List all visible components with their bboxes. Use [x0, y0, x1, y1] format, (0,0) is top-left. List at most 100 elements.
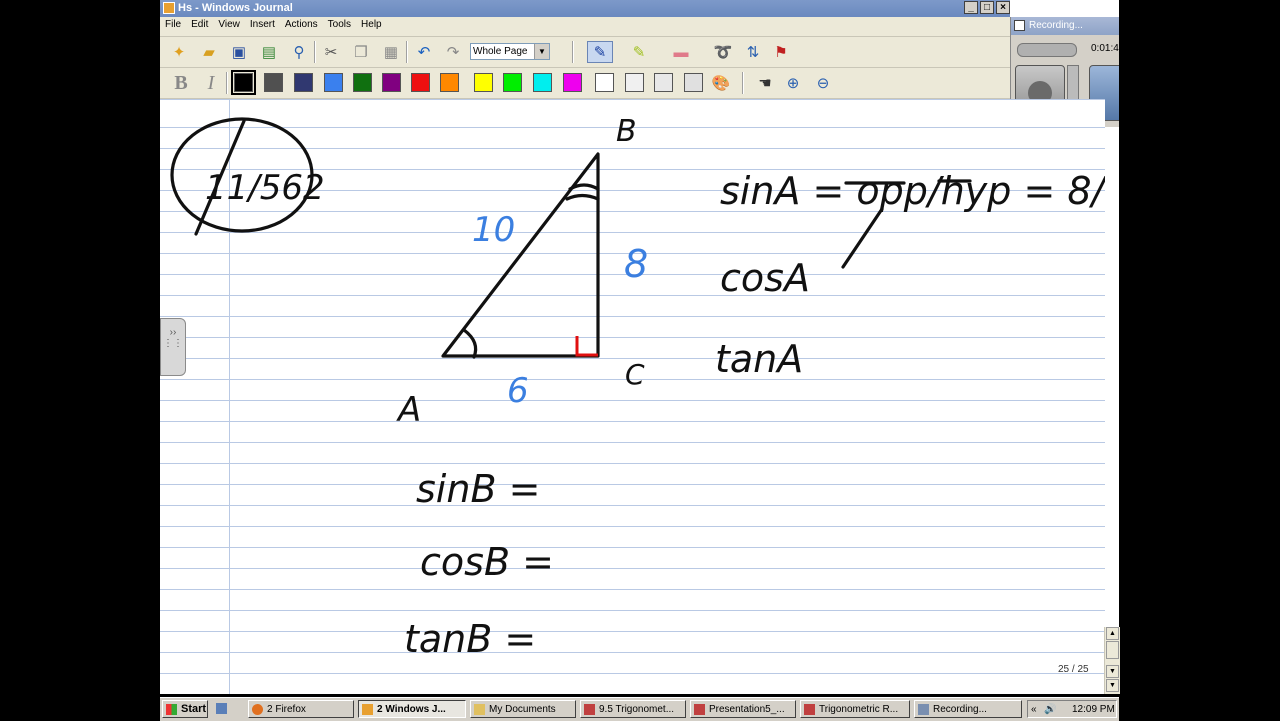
pen-color-swatch[interactable] [684, 73, 703, 92]
pen-color-swatch[interactable] [231, 70, 256, 95]
scroll-thumb[interactable] [1106, 641, 1119, 659]
taskbar-item-recording[interactable]: Recording... [914, 700, 1022, 718]
pen-color-swatch[interactable] [625, 73, 644, 92]
vertex-a: A [396, 390, 421, 430]
pen-color-swatch[interactable] [294, 73, 313, 92]
toolbar-separator [314, 41, 316, 63]
menu-edit[interactable]: Edit [186, 17, 213, 30]
pen-color-swatch[interactable] [324, 73, 343, 92]
format-toolbar: B I 🎨 ☚ ⊕ ⊖ [160, 68, 1010, 99]
note-page[interactable]: 11/562 B C A sinA = opp/hyp = 8/10 = cos… [160, 99, 1105, 694]
hand-pan-icon[interactable]: ☚ [754, 72, 776, 94]
menu-view[interactable]: View [213, 17, 245, 30]
window-title: Hs - Windows Journal [178, 2, 293, 14]
vertex-b: B [616, 114, 637, 149]
menu-insert[interactable]: Insert [245, 17, 280, 30]
sin-a-formula: sinA = opp/hyp = 8/10 = [720, 169, 1105, 213]
toolbar-separator [406, 41, 408, 63]
minimize-button[interactable]: _ [964, 1, 978, 14]
print-icon[interactable]: ▤ [258, 41, 280, 63]
redo-icon[interactable]: ↷ [442, 41, 464, 63]
new-note-icon[interactable]: ✦ [168, 41, 190, 63]
angle-b-arc [568, 183, 600, 191]
menu-tools[interactable]: Tools [323, 17, 356, 30]
scroll-down-icon[interactable]: ▼ [1106, 665, 1119, 678]
taskbar-item-presentation[interactable]: Presentation5_... [690, 700, 796, 718]
pen-color-swatch[interactable] [533, 73, 552, 92]
zoom-in-icon[interactable]: ⊕ [782, 72, 804, 94]
scroll-up-icon[interactable]: ▲ [1106, 627, 1119, 640]
triangle [441, 152, 600, 358]
side-ab-length: 10 [472, 210, 515, 250]
pen-color-swatch[interactable] [595, 73, 614, 92]
journal-window: Hs - Windows Journal _ □ × File Edit View Ins… [160, 0, 1119, 694]
zoom-value: Whole Page [473, 46, 528, 57]
pen-color-swatch[interactable] [563, 73, 582, 92]
maximize-button[interactable]: □ [980, 1, 994, 14]
clock: 12:09 PM [1072, 704, 1115, 715]
angle-a-arc [462, 328, 478, 359]
cut-icon[interactable]: ✂ [320, 41, 342, 63]
ink-canvas: 11/562 B C A sinA = opp/hyp = 8/10 = cos… [170, 114, 1105, 661]
taskbar-item-firefox[interactable]: 2 Firefox [248, 700, 354, 718]
pen-color-swatch[interactable] [440, 73, 459, 92]
flag-icon[interactable]: ⚑ [770, 41, 792, 63]
standard-toolbar: ✦ ▰ ▣ ▤ ⚲ ✂ ❐ ▦ ↶ ↷ Whole Page ▼ ✎ ✎ ▬ ➰… [160, 37, 1010, 68]
close-button[interactable]: × [996, 1, 1010, 14]
color-palette-icon[interactable]: 🎨 [710, 72, 732, 94]
undo-icon[interactable]: ↶ [413, 41, 435, 63]
menu-file[interactable]: File [160, 17, 186, 30]
pen-tool-icon[interactable]: ✎ [587, 41, 613, 63]
menu-bar: File Edit View Insert Actions Tools Help [160, 17, 1010, 37]
side-ac-length: 6 [507, 371, 529, 411]
save-icon[interactable]: ▣ [228, 41, 250, 63]
pen-color-swatch[interactable] [382, 73, 401, 92]
chevron-right-icon: ›› [169, 327, 177, 338]
tan-a-label: tanA [715, 337, 803, 381]
toolbar-separator [226, 72, 228, 94]
taskbar-item-my-documents[interactable]: My Documents [470, 700, 576, 718]
open-folder-icon[interactable]: ▰ [198, 41, 220, 63]
toolbar-separator [572, 41, 574, 63]
toolbar-separator [742, 72, 744, 94]
pen-color-swatch[interactable] [264, 73, 283, 92]
side-panel-handle[interactable]: ›› ⋮⋮ [160, 318, 186, 376]
quick-launch-icon[interactable] [212, 700, 232, 718]
pen-color-swatch[interactable] [411, 73, 430, 92]
tray-expand-icon[interactable]: « [1031, 704, 1037, 715]
taskbar: Start 2 Firefox 2 Windows J... My Docume… [160, 697, 1119, 721]
highlighter-icon[interactable]: ✎ [628, 41, 650, 63]
recorder-title: Recording... [1029, 20, 1083, 31]
pen-color-swatch[interactable] [503, 73, 522, 92]
zoom-select[interactable]: Whole Page ▼ [470, 43, 550, 60]
volume-icon[interactable]: 🔊 [1044, 704, 1056, 715]
lasso-select-icon[interactable]: ➰ [712, 41, 734, 63]
pen-color-swatch[interactable] [474, 73, 493, 92]
recorder-source-select[interactable] [1017, 43, 1077, 57]
next-page-icon[interactable]: ▼ [1106, 679, 1119, 692]
insert-space-icon[interactable]: ⇅ [742, 41, 764, 63]
taskbar-item-trigonometric[interactable]: Trigonometric R... [800, 700, 910, 718]
zoom-out-icon[interactable]: ⊖ [812, 72, 834, 94]
windows-logo-icon [166, 704, 177, 715]
taskbar-item-windows-journal[interactable]: 2 Windows J... [358, 700, 466, 718]
bold-icon[interactable]: B [170, 72, 192, 94]
pen-color-swatch[interactable] [353, 73, 372, 92]
start-button[interactable]: Start [162, 700, 208, 718]
chevron-down-icon[interactable]: ▼ [534, 44, 549, 59]
vertical-scrollbar[interactable]: ▲ ▼ ▼ [1104, 627, 1120, 694]
menu-actions[interactable]: Actions [280, 17, 323, 30]
pen-color-swatch[interactable] [654, 73, 673, 92]
copy-icon[interactable]: ❐ [350, 41, 372, 63]
menu-help[interactable]: Help [356, 17, 387, 30]
find-icon[interactable]: ⚲ [288, 41, 310, 63]
taskbar-item-trigonometry[interactable]: 9.5 Trigonomet... [580, 700, 686, 718]
side-bc-length: 8 [624, 242, 648, 286]
angle-b-arc-2 [565, 193, 600, 201]
cos-b-label: cosB = [420, 540, 554, 584]
italic-icon[interactable]: I [200, 72, 222, 94]
vertex-c: C [625, 358, 645, 391]
paste-icon[interactable]: ▦ [380, 41, 402, 63]
sin-b-label: sinB = [416, 467, 540, 511]
eraser-icon[interactable]: ▬ [670, 41, 692, 63]
